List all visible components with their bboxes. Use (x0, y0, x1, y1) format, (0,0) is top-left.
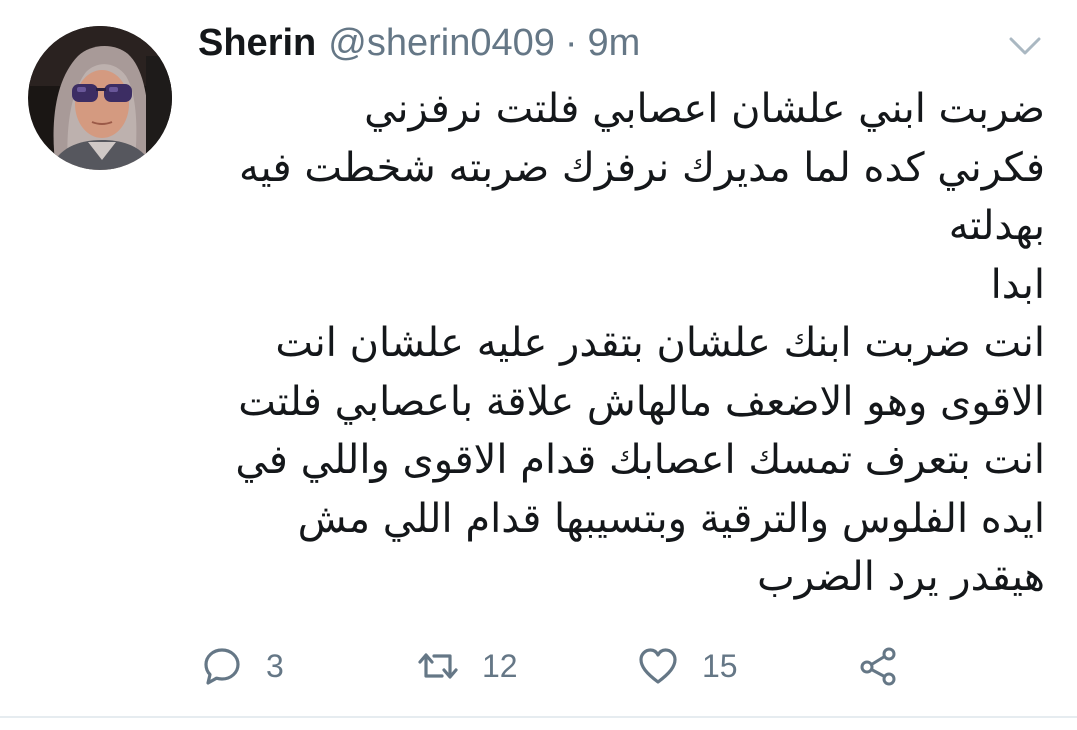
tweet-header: Sherin @sherin0409 · 9m (198, 22, 640, 74)
retweet-icon (416, 644, 460, 688)
timestamp[interactable]: 9m (588, 22, 641, 65)
tweet-actions: 3 12 15 (0, 636, 1077, 696)
chevron-down-icon[interactable] (1008, 34, 1042, 58)
retweet-button[interactable]: 12 (416, 636, 518, 696)
tweet-text-line: فكرني كده لما مديرك نرفزك ضربته شخطت فيه (239, 144, 1045, 191)
header-separator: · (564, 22, 578, 64)
display-name[interactable]: Sherin (198, 22, 316, 65)
heart-icon (636, 644, 680, 688)
avatar-image (28, 26, 172, 170)
like-count: 15 (702, 647, 738, 684)
tweet-text-line: ابدا (990, 261, 1045, 308)
retweet-count: 12 (482, 647, 518, 684)
reply-icon (200, 644, 244, 688)
tweet-text: ضربت ابني علشان اعصابي فلتت نرفزني فكرني… (200, 80, 1045, 607)
tweet-text-line: ضربت ابني علشان اعصابي فلتت نرفزني (364, 86, 1045, 132)
reply-count: 3 (266, 647, 284, 684)
tweet-text-line: ايده الفلوس والترقية وبتسيبها قدام اللي … (297, 495, 1045, 542)
tweet-text-line: الاقوى وهو الاضعف مالهاش علاقة باعصابي ف… (238, 378, 1045, 425)
tweet-text-line: انت ضربت ابنك علشان بتقدر عليه علشان انت (275, 320, 1045, 366)
tweet-text-line: بهدلته (948, 203, 1045, 249)
like-button[interactable]: 15 (636, 636, 738, 696)
avatar[interactable] (28, 26, 172, 170)
divider (0, 716, 1077, 718)
user-handle[interactable]: @sherin0409 (328, 22, 555, 65)
tweet-text-line: هيقدر يرد الضرب (757, 554, 1045, 600)
share-button[interactable] (856, 636, 900, 696)
tweet-text-line: انت بتعرف تمسك اعصابك قدام الاقوى واللي … (235, 437, 1045, 483)
tweet[interactable]: Sherin @sherin0409 · 9m ضربت ابني علشان … (0, 0, 1077, 716)
reply-button[interactable]: 3 (200, 636, 284, 696)
share-icon (856, 644, 900, 688)
